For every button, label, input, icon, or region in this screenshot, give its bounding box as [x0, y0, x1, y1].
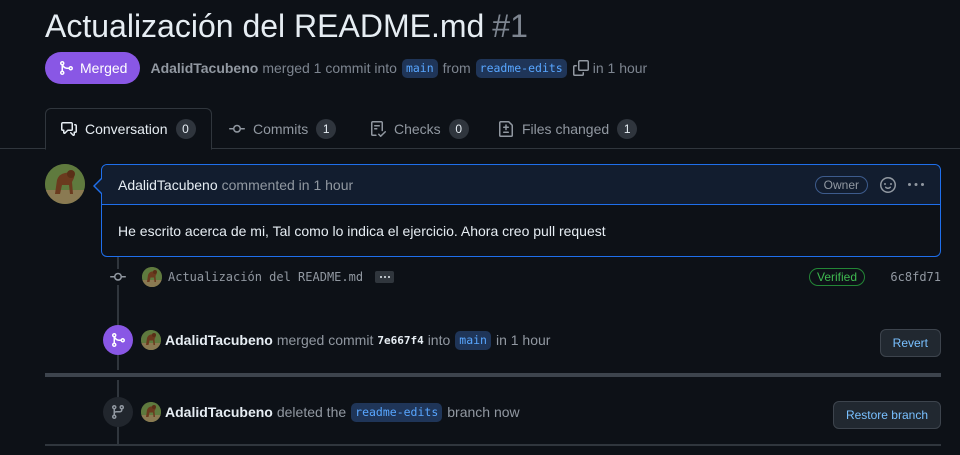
- tab-conversation-label: Conversation: [85, 121, 168, 137]
- merge-event: AdalidTacubeno merged commit 7e667f4 int…: [103, 325, 941, 357]
- avatar-image: [142, 267, 162, 287]
- base-branch-label[interactable]: main: [401, 58, 438, 78]
- comment-body: He escrito acerca de mi, Tal como lo ind…: [118, 223, 606, 239]
- branch-deleted-badge: [103, 397, 133, 427]
- restore-branch-button[interactable]: Restore branch: [832, 401, 941, 429]
- kebab-horizontal-icon[interactable]: [908, 177, 924, 193]
- merge-author-avatar[interactable]: [141, 330, 161, 350]
- merge-event-badge: [103, 325, 133, 355]
- tab-commits[interactable]: Commits 1: [229, 108, 337, 149]
- deleted-branch-label: readme-edits: [351, 402, 443, 422]
- pr-title: Actualización del README.md #1: [45, 6, 528, 46]
- owner-badge: Owner: [814, 175, 868, 194]
- timeline-divider: [45, 373, 941, 377]
- merged-state-badge: Merged: [45, 52, 141, 84]
- tab-checks-label: Checks: [394, 120, 441, 137]
- tab-files-changed[interactable]: Files changed 1: [498, 108, 638, 149]
- git-commit-icon: [229, 124, 245, 133]
- git-merge-icon: [60, 61, 74, 75]
- timeline-line: [117, 426, 119, 444]
- commit-message-link[interactable]: Actualización del README.md: [168, 270, 363, 284]
- checklist-icon: [371, 120, 386, 137]
- comment-author-link[interactable]: AdalidTacubeno: [118, 177, 218, 193]
- expand-commit-button[interactable]: [375, 271, 395, 283]
- delete-suffix-text: branch now: [447, 404, 520, 420]
- tab-files-changed-label: Files changed: [522, 120, 610, 137]
- commit-sha-link[interactable]: 6c8fd71: [890, 270, 941, 284]
- git-commit-icon: [100, 269, 136, 285]
- delete-action-text: deleted the: [276, 404, 347, 420]
- tab-commits-label: Commits: [253, 120, 309, 137]
- commit-author-avatar[interactable]: [142, 267, 162, 287]
- avatar-image: [45, 164, 85, 204]
- commit-row: Actualización del README.md Verified 6c8…: [100, 264, 941, 290]
- pr-meta: Merged AdalidTacubeno merged 1 commit in…: [45, 52, 647, 84]
- branch-deleted-event: AdalidTacubeno deleted the readme-edits …: [103, 397, 941, 429]
- timeline-line: [117, 354, 119, 370]
- state-label: Merged: [80, 60, 128, 76]
- delete-author-link[interactable]: AdalidTacubeno: [165, 404, 273, 420]
- tab-checks[interactable]: Checks 0: [370, 108, 469, 149]
- tab-files-changed-count: 1: [617, 118, 638, 139]
- comment-caret-inner: [95, 179, 102, 193]
- git-merge-icon: [112, 333, 126, 347]
- tab-conversation-count: 0: [175, 119, 196, 139]
- pr-author-link[interactable]: AdalidTacubeno: [150, 60, 258, 76]
- smiley-icon[interactable]: [880, 176, 896, 193]
- tab-commits-count: 1: [316, 118, 337, 139]
- merge-event-time[interactable]: in 1 hour: [496, 332, 550, 348]
- comment-author-avatar[interactable]: [45, 164, 85, 204]
- tab-conversation[interactable]: Conversation 0: [45, 108, 212, 150]
- comment-box: AdalidTacubeno commented in 1 hour Owner…: [101, 164, 941, 257]
- pr-tabs: Conversation 0 Commits 1 Checks 0 Files …: [0, 108, 960, 150]
- from-text: from: [442, 60, 471, 76]
- merge-branch-label[interactable]: main: [455, 330, 491, 350]
- comment-discussion-icon: [61, 122, 77, 136]
- tab-checks-count: 0: [448, 118, 469, 139]
- pr-title-text: Actualización del README.md: [45, 8, 485, 44]
- merge-author-link[interactable]: AdalidTacubeno: [165, 332, 273, 348]
- merge-into-text: into: [427, 332, 451, 348]
- verified-badge[interactable]: Verified: [809, 268, 866, 286]
- comment-header: AdalidTacubeno commented in 1 hour Owner: [102, 165, 940, 205]
- avatar-image: [141, 330, 161, 350]
- merge-action-text: merged commit: [276, 332, 374, 348]
- merge-commit-sha-link[interactable]: 7e667f4: [377, 334, 423, 347]
- avatar-image: [141, 402, 161, 422]
- pr-number: #1: [492, 8, 528, 44]
- revert-button[interactable]: Revert: [879, 329, 941, 357]
- head-branch-label[interactable]: readme-edits: [475, 58, 567, 78]
- comment-actions: Owner: [814, 175, 924, 194]
- merged-text: merged 1 commit into: [262, 60, 397, 76]
- timeline-divider: [45, 444, 941, 446]
- merge-time: in 1 hour: [592, 60, 648, 76]
- comment-meta[interactable]: commented in 1 hour: [222, 177, 354, 193]
- delete-author-avatar[interactable]: [141, 402, 161, 422]
- copy-icon[interactable]: [572, 60, 589, 76]
- git-branch-icon: [111, 405, 124, 420]
- file-diff-icon: [499, 120, 513, 137]
